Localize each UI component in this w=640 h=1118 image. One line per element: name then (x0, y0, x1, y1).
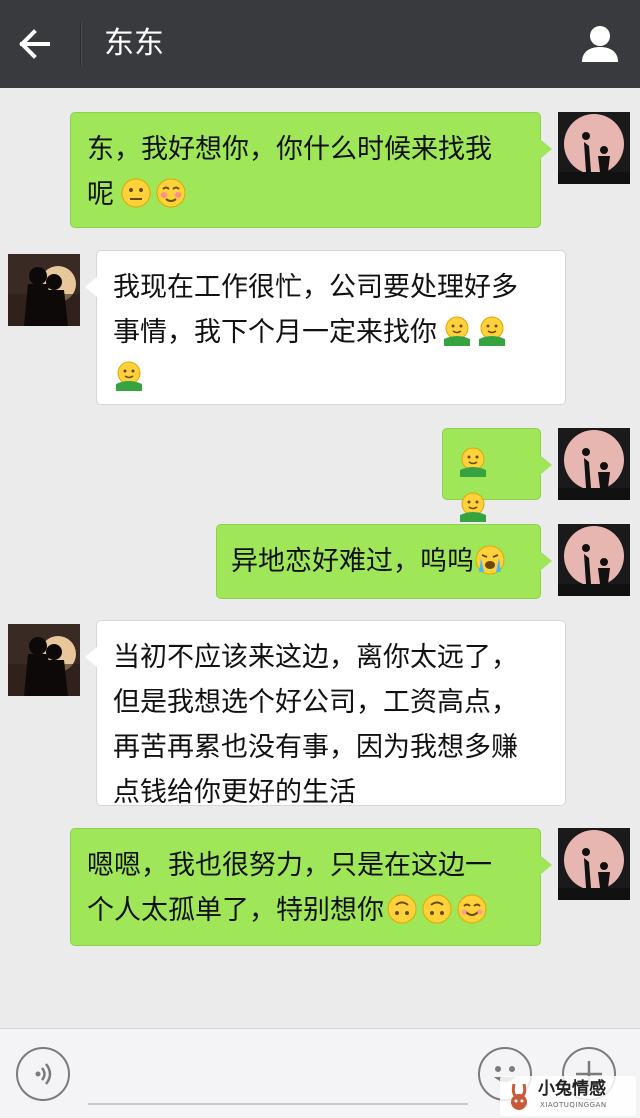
hug-face-icon (113, 360, 145, 392)
voice-icon (35, 1063, 52, 1085)
header-divider (80, 22, 82, 66)
chat-header: 东东 (0, 0, 640, 88)
contact-avatar[interactable] (8, 624, 80, 696)
watermark-text: 小兔情感 (538, 1079, 606, 1099)
message-text-line: 当初不应该来这边，离你太远了， (113, 642, 518, 673)
message-text-line: 呢 (87, 179, 114, 210)
voice-button[interactable] (16, 1047, 70, 1101)
crying-face-icon (474, 544, 506, 576)
back-arrow-icon (19, 29, 50, 59)
smiling-face-icon (456, 893, 488, 925)
message-input[interactable] (88, 1103, 468, 1105)
message-text-line: 但是我想选个好公司，工资高点， (113, 687, 518, 718)
neutral-face-icon (120, 177, 152, 209)
message-text-line: 异地恋好难过，呜呜 (231, 546, 474, 577)
message-bubble-sent[interactable]: 异地恋好难过，呜呜 (216, 524, 552, 599)
blush-face-icon (155, 177, 187, 209)
message-text-line: 再苦再累也没有事，因为我想多赚 (113, 732, 518, 763)
my-avatar[interactable] (558, 112, 630, 184)
message-text-line: 个人太孤单了，特别想你 (87, 895, 384, 926)
message-bubble-sent[interactable]: 嗯嗯，我也很努力，只是在这边一 个人太孤单了，特别想你 (70, 828, 552, 946)
rabbit-logo-icon (511, 1083, 527, 1110)
back-button[interactable] (12, 22, 62, 66)
my-avatar[interactable] (558, 428, 630, 500)
upside-down-face-icon (421, 893, 453, 925)
message-text-line: 我现在工作很忙，公司要处理好多 (113, 272, 518, 303)
hug-face-icon (476, 315, 508, 347)
message-text-line: 事情，我下个月一定来找你 (113, 317, 437, 348)
upside-down-face-icon (386, 893, 418, 925)
my-avatar[interactable] (558, 524, 630, 596)
message-bubble-sent[interactable] (442, 428, 552, 522)
hug-face-icon (457, 491, 489, 523)
hug-face-icon (457, 446, 489, 478)
person-icon (582, 26, 618, 62)
message-list[interactable]: 东，我好想你，你什么时候来找我 呢 我现在工作很忙，公司要处理好多 事情，我下个… (0, 88, 640, 1028)
input-bar: 小兔情感 XIAOTUQINGGAN (0, 1028, 640, 1118)
watermark: 小兔情感 XIAOTUQINGGAN (500, 1076, 636, 1116)
message-text-line: 嗯嗯，我也很努力，只是在这边一 (87, 850, 492, 881)
message-bubble-sent[interactable]: 东，我好想你，你什么时候来找我 呢 (70, 112, 552, 228)
message-text-line: 点钱给你更好的生活 (113, 777, 356, 808)
chat-info-button[interactable] (578, 22, 622, 66)
message-bubble-received[interactable]: 当初不应该来这边，离你太远了， 但是我想选个好公司，工资高点， 再苦再累也没有事… (85, 620, 566, 808)
hug-face-icon (441, 315, 473, 347)
watermark-subtext: XIAOTUQINGGAN (540, 1101, 607, 1109)
message-text-line: 东，我好想你，你什么时候来找我 (87, 134, 492, 165)
contact-avatar[interactable] (8, 254, 80, 326)
message-bubble-received[interactable]: 我现在工作很忙，公司要处理好多 事情，我下个月一定来找你 (85, 250, 566, 405)
my-avatar[interactable] (558, 828, 630, 900)
chat-title: 东东 (104, 26, 164, 61)
